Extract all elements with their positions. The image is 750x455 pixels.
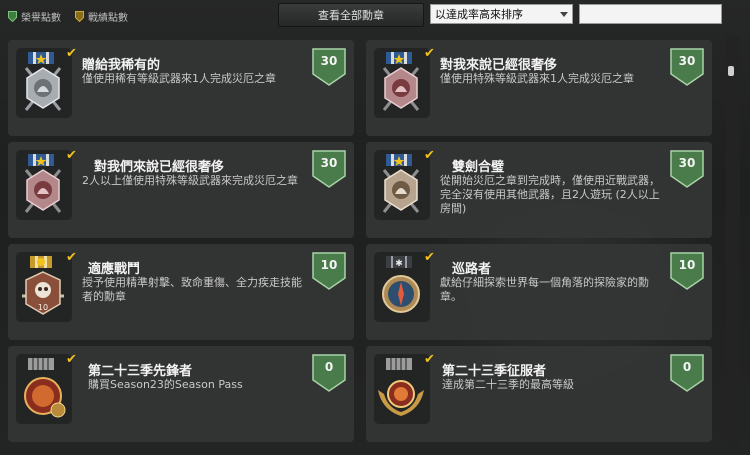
points-value: 30 [320, 156, 338, 170]
completed-check-icon: ✔ [66, 352, 77, 367]
medal-description: 從開始災厄之章到完成時，僅使用近戰武器，完全沒有使用其他武器，且2人遊玩 (2人… [440, 174, 660, 215]
points-value: 30 [320, 54, 338, 68]
point-tabs: 榮譽點數 戰績點數 [8, 9, 128, 24]
scrollbar-thumb[interactable] [728, 66, 734, 76]
medal-list: ✔ 贈給我稀有的 僅使用稀有等級武器來1人完成災厄之章 30 ✔ 對我來說已經很… [8, 36, 722, 446]
medal-title: 雙劍合璧 [452, 160, 505, 175]
tab-honor-points-label: 榮譽點數 [21, 13, 61, 24]
completed-check-icon: ✔ [66, 46, 77, 61]
points-value: 0 [682, 360, 692, 374]
completed-check-icon: ✔ [66, 148, 77, 163]
skull-medal-icon: 10 [16, 252, 72, 322]
points-badge: 0 [312, 354, 346, 392]
medal-card[interactable]: ✔ 贈給我稀有的 僅使用稀有等級武器來1人完成災厄之章 30 [8, 40, 354, 136]
silver-star-medal-icon [16, 48, 72, 118]
completed-check-icon: ✔ [424, 352, 435, 367]
completed-check-icon: ✔ [66, 250, 77, 265]
medal-description: 僅使用稀有等級武器來1人完成災厄之章 [82, 72, 276, 85]
medal-title: 第二十三季征服者 [442, 364, 547, 379]
view-all-medals-button[interactable]: 查看全部勳章 [278, 3, 424, 27]
points-badge: 0 [670, 354, 704, 392]
points-badge: 30 [670, 150, 704, 188]
medal-card[interactable]: ✔ 雙劍合璧 從開始災厄之章到完成時，僅使用近戰武器，完全沒有使用其他武器，且2… [366, 142, 712, 238]
medal-description: 達成第二十三季的最高等級 [442, 378, 574, 391]
medal-description: 2人以上僅使用特殊等級武器來完成災厄之章 [82, 174, 298, 187]
tab-honor-points[interactable]: 榮譽點數 [8, 9, 61, 24]
red-star-medal-icon [16, 150, 72, 220]
medal-card[interactable]: ✱ ✔ 巡路者 獻給仔細探索世界每一個角落的探險家的勳章。 10 [366, 244, 712, 340]
medal-title: 對我來說已經很奢侈 [440, 58, 558, 73]
medal-title: 適應戰鬥 [88, 262, 141, 277]
medal-title: 贈給我稀有的 [82, 58, 161, 73]
points-badge: 10 [312, 252, 346, 290]
svg-text:✱: ✱ [395, 259, 403, 269]
svg-text:10: 10 [38, 303, 48, 312]
medal-title: 第二十三季先鋒者 [88, 364, 193, 379]
sort-select-value: 以達成率高來排序 [435, 8, 523, 21]
points-badge: 30 [312, 48, 346, 86]
medal-description: 購買Season23的Season Pass [88, 378, 243, 391]
medal-description: 獻給仔細探索世界每一個角落的探險家的勳章。 [440, 276, 649, 303]
medal-description: 僅使用特殊等級武器來1人完成災厄之章 [440, 72, 634, 85]
red-star-medal-icon [374, 48, 430, 118]
chevron-down-icon [560, 12, 568, 17]
medal-card[interactable]: ✔ 第二十三季先鋒者 購買Season23的Season Pass 0 [8, 346, 354, 442]
medal-title: 巡路者 [452, 262, 492, 277]
gold-shield-icon [75, 11, 84, 22]
medal-card[interactable]: 10 ✔ 適應戰鬥 授予使用精準射擊、致命重傷、全力疾走技能者的勳章 10 [8, 244, 354, 340]
medal-card[interactable]: ✔ 對我來說已經很奢侈 僅使用特殊等級武器來1人完成災厄之章 30 [366, 40, 712, 136]
green-shield-icon [8, 11, 17, 22]
points-badge: 10 [670, 252, 704, 290]
points-value: 10 [320, 258, 338, 272]
search-input[interactable] [579, 4, 722, 24]
points-badge: 30 [670, 48, 704, 86]
medal-card[interactable]: ✔ 第二十三季征服者 達成第二十三季的最高等級 0 [366, 346, 712, 442]
tab-record-points[interactable]: 戰績點數 [75, 9, 128, 24]
completed-check-icon: ✔ [424, 148, 435, 163]
bronze-star-medal-icon [374, 150, 430, 220]
medal-card[interactable]: ✔ 對我們來說已經很奢侈 2人以上僅使用特殊等級武器來完成災厄之章 30 [8, 142, 354, 238]
season-pioneer-medal-icon [16, 354, 72, 424]
medal-description: 授予使用精準射擊、致命重傷、全力疾走技能者的勳章 [82, 276, 302, 303]
compass-medal-icon: ✱ [374, 252, 430, 322]
points-badge: 30 [312, 150, 346, 188]
top-bar: 榮譽點數 戰績點數 查看全部勳章 以達成率高來排序 [0, 0, 750, 36]
completed-check-icon: ✔ [424, 250, 435, 265]
tab-record-points-label: 戰績點數 [88, 13, 128, 24]
season-conqueror-medal-icon [374, 354, 430, 424]
completed-check-icon: ✔ [424, 46, 435, 61]
list-scrollbar[interactable] [726, 36, 740, 446]
medal-title: 對我們來說已經很奢侈 [94, 160, 225, 175]
points-value: 0 [324, 360, 334, 374]
points-value: 30 [678, 156, 696, 170]
points-value: 10 [678, 258, 696, 272]
points-value: 30 [678, 54, 696, 68]
sort-select[interactable]: 以達成率高來排序 [430, 4, 573, 24]
